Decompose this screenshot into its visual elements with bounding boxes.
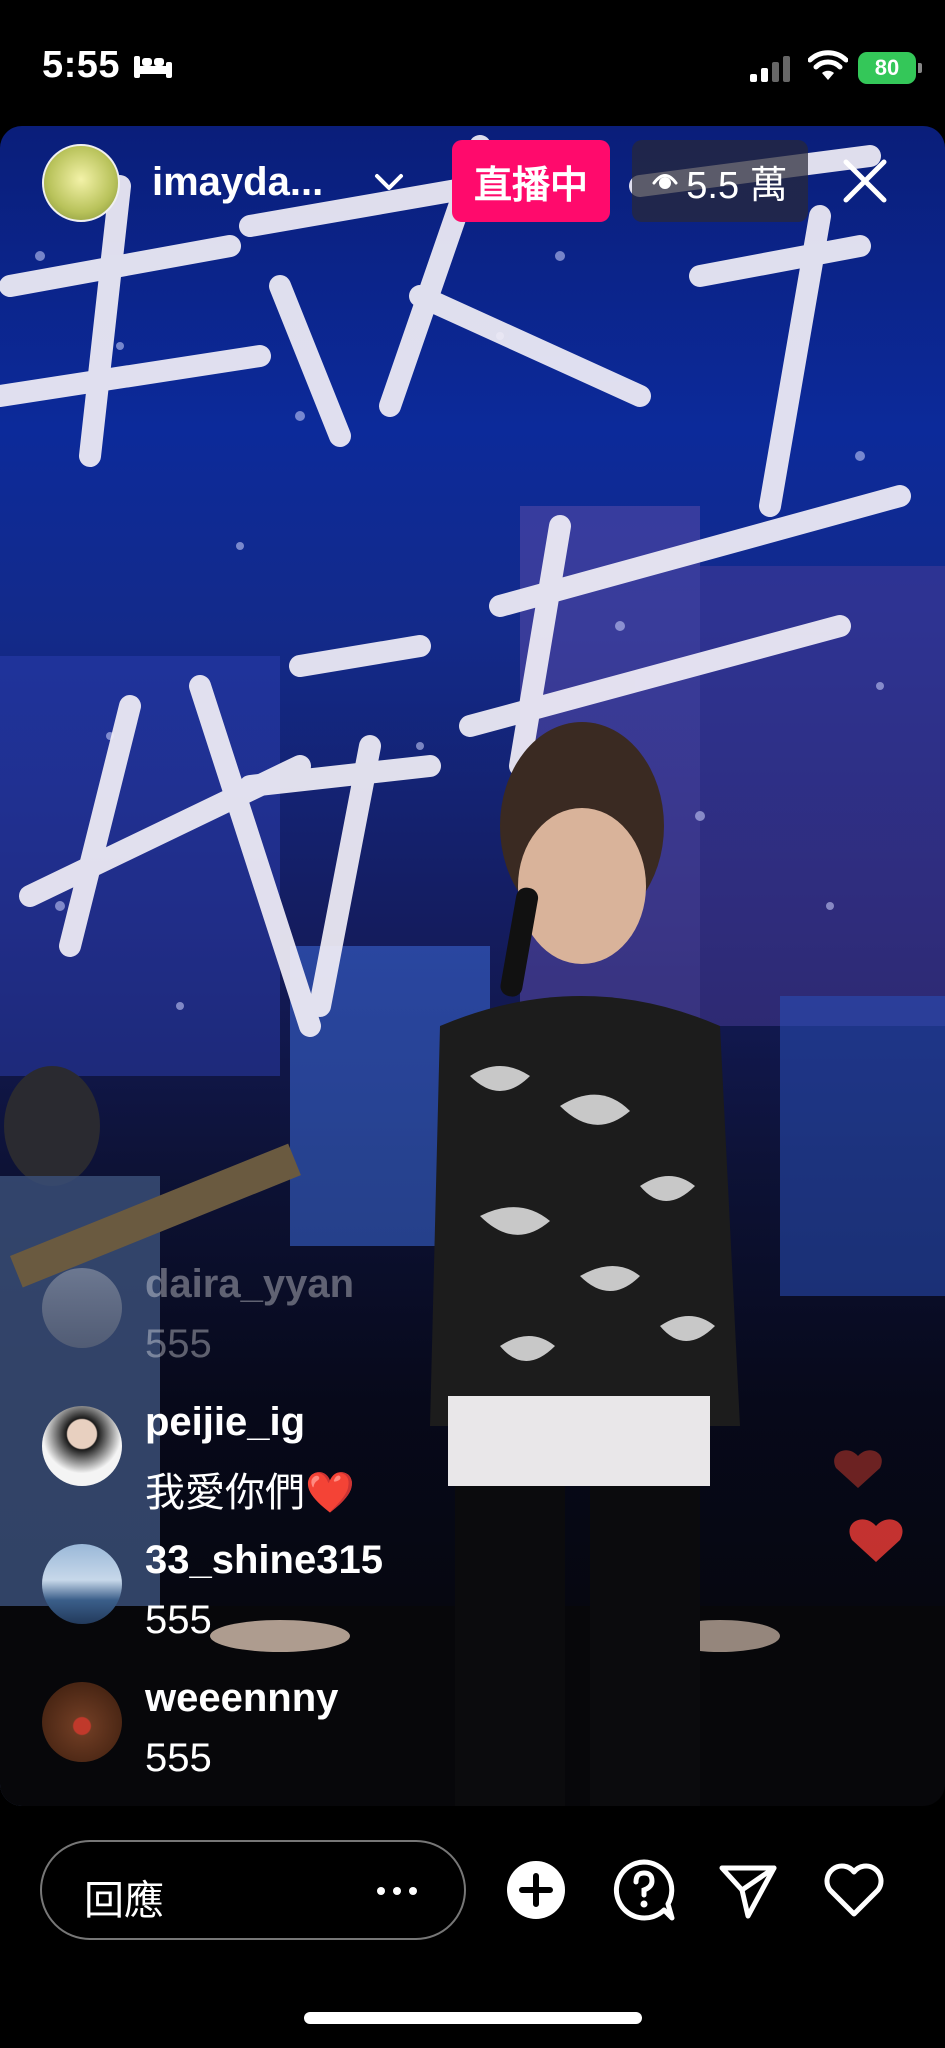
host-avatar[interactable] xyxy=(42,144,120,222)
comment-text: 555 xyxy=(145,1322,212,1366)
comment-avatar[interactable] xyxy=(42,1544,122,1624)
bed-icon xyxy=(134,56,172,78)
send-icon[interactable] xyxy=(716,1858,780,1922)
status-bar: 5:55 80 xyxy=(0,0,945,126)
status-time: 5:55 xyxy=(42,44,121,86)
viewer-count-badge[interactable]: 5.5 萬 xyxy=(632,140,808,222)
close-icon[interactable] xyxy=(840,156,890,206)
comment-avatar[interactable] xyxy=(42,1406,122,1486)
comment-avatar[interactable] xyxy=(42,1682,122,1762)
reply-input[interactable]: 回應 xyxy=(40,1840,466,1940)
chevron-down-icon[interactable] xyxy=(374,172,404,192)
heart-icon[interactable] xyxy=(822,1858,886,1922)
comment-item[interactable]: peijie_ig 我愛你們❤️ xyxy=(42,1400,562,1520)
eye-icon xyxy=(652,174,678,189)
signal-icon xyxy=(750,56,790,82)
home-indicator[interactable] xyxy=(304,2012,642,2024)
comment-username[interactable]: weeennny xyxy=(145,1676,338,1721)
viewer-count: 5.5 萬 xyxy=(686,164,788,207)
comment-text: 我愛你們❤️ xyxy=(145,1471,355,1515)
wifi-icon xyxy=(808,50,848,80)
comment-username[interactable]: 33_shine315 xyxy=(145,1538,383,1583)
comment-username[interactable]: peijie_ig xyxy=(145,1400,305,1445)
comment-text: 555 xyxy=(145,1598,212,1642)
comment-avatar[interactable] xyxy=(42,1268,122,1348)
battery-level: 80 xyxy=(874,55,900,80)
question-icon[interactable] xyxy=(612,1858,676,1922)
live-badge: 直播中 xyxy=(452,140,610,222)
comment-item[interactable]: 33_shine315 555 xyxy=(42,1538,562,1658)
comment-item[interactable]: daira_yyan 555 xyxy=(42,1262,562,1382)
more-icon[interactable] xyxy=(376,1886,418,1896)
add-icon[interactable] xyxy=(504,1858,568,1922)
comment-username[interactable]: daira_yyan xyxy=(145,1262,354,1307)
host-username[interactable]: imayda... xyxy=(152,160,323,205)
battery-indicator: 80 xyxy=(858,52,922,84)
reply-placeholder: 回應 xyxy=(84,1879,164,1923)
comment-item[interactable]: weeennny 555 xyxy=(42,1676,562,1796)
comment-text: 555 xyxy=(145,1736,212,1780)
